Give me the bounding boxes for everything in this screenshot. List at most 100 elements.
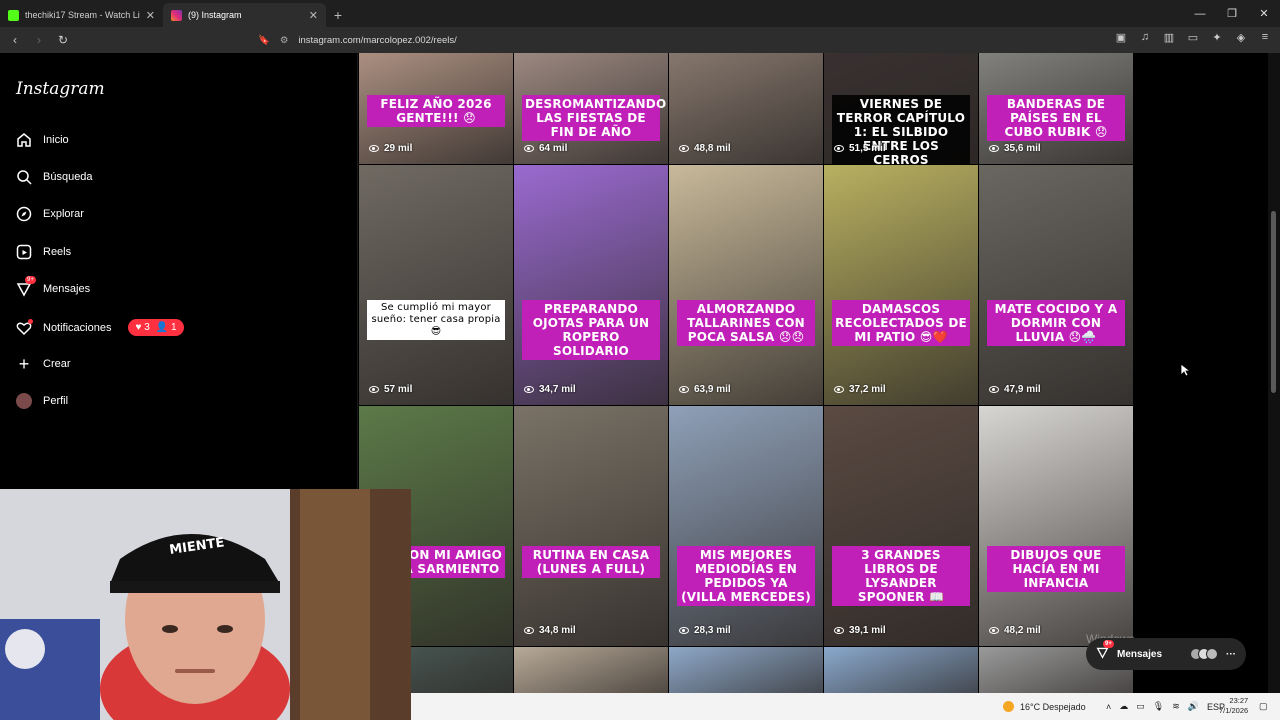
wallet-icon[interactable]: ▭ bbox=[1186, 31, 1200, 45]
eye-icon bbox=[834, 386, 844, 393]
reel-caption: RUTINA EN CASA (LUNES A FULL) bbox=[522, 546, 660, 578]
reel-thumbnail[interactable]: DAMASCOS RECOLECTADOS DE MI PATIO 😎❤️ 37,… bbox=[824, 165, 978, 405]
reel-thumbnail[interactable] bbox=[824, 647, 978, 693]
browser-toolbar: ‹ › ↻ 🔖 ⚙ instagram.com/marcolopez.002/r… bbox=[0, 27, 1280, 53]
page-scrollbar[interactable] bbox=[1268, 53, 1280, 693]
heart-icon bbox=[16, 318, 33, 336]
toolbar-right-icons: ▣ ♫ ▥ ▭ ✦ ◈ ≡ bbox=[1114, 31, 1272, 45]
sidebar-item-inicio[interactable]: Inicio bbox=[16, 132, 69, 148]
reel-thumbnail[interactable]: ALMORZANDO TALLARINES CON POCA SALSA 😞😞 6… bbox=[669, 165, 823, 405]
instagram-logo[interactable]: Instagram bbox=[16, 79, 105, 99]
floating-messages-button[interactable]: 9+ Mensajes ··· bbox=[1086, 638, 1246, 670]
new-tab-button[interactable]: + bbox=[326, 3, 350, 27]
streamer-webcam-image: MIENTE bbox=[0, 489, 411, 720]
sidebar-item-reels[interactable]: Reels bbox=[16, 244, 71, 260]
reel-thumbnail[interactable]: DESROMANTIZANDO LAS FIESTAS DE FIN DE AÑ… bbox=[514, 53, 668, 164]
browser-tab-kick[interactable]: thechiki17 Stream - Watch Live on Ki ✕ bbox=[0, 3, 163, 27]
follows-count: 👤 1 bbox=[155, 322, 177, 333]
sidebar-toggle-icon[interactable]: ▥ bbox=[1162, 31, 1176, 45]
sidebar-item-perfil[interactable]: Perfil bbox=[16, 393, 68, 409]
eye-icon bbox=[834, 145, 844, 152]
minimize-button[interactable]: — bbox=[1184, 8, 1216, 20]
reel-thumbnail[interactable]: VIERNES DE TERROR CAPÍTULO 1: EL SILBIDO… bbox=[824, 53, 978, 164]
kick-favicon-icon bbox=[8, 9, 19, 21]
reel-thumbnail[interactable] bbox=[514, 647, 668, 693]
reel-thumbnail[interactable]: MATE COCIDO Y A DORMIR CON LLUVIA 😞🌧️ 47,… bbox=[979, 165, 1133, 405]
bookmark-icon[interactable]: 🔖 bbox=[258, 35, 270, 46]
reel-views: 37,2 mil bbox=[834, 384, 886, 395]
network-icon[interactable]: ▭ bbox=[1136, 701, 1145, 712]
windows-taskbar: 16°C Despejado ˄ ☁ ▭ 🎙 ≋ 🔊 ESP 23:27 7/1… bbox=[411, 693, 1280, 720]
eye-icon bbox=[834, 627, 844, 634]
reel-views: 35,6 mil bbox=[989, 143, 1041, 154]
menu-icon[interactable]: ≡ bbox=[1258, 31, 1272, 45]
notification-center-icon[interactable]: ▢ bbox=[1259, 701, 1268, 712]
cloud-icon[interactable]: ☁ bbox=[1119, 701, 1128, 712]
instagram-favicon-icon bbox=[171, 9, 182, 21]
sidebar-item-label: Inicio bbox=[43, 134, 69, 146]
messages-badge: 9+ bbox=[1103, 640, 1114, 648]
reel-caption: MIS MEJORES MEDIODÍAS EN PEDIDOS YA (VIL… bbox=[677, 546, 815, 606]
close-window-button[interactable]: ✕ bbox=[1248, 7, 1280, 20]
weather-widget[interactable]: 16°C Despejado bbox=[1003, 701, 1086, 712]
microphone-icon[interactable]: 🎙 bbox=[1153, 701, 1164, 712]
window-controls: — ❐ ✕ bbox=[1184, 0, 1280, 27]
vpn-icon[interactable]: ◈ bbox=[1234, 31, 1248, 45]
notifications-bubble[interactable]: ♥ 3 👤 1 bbox=[128, 319, 184, 336]
taskbar-clock[interactable]: 23:27 7/1/2026 bbox=[1219, 696, 1248, 716]
reel-view-count: 39,1 mil bbox=[849, 625, 886, 636]
browser-tab-instagram[interactable]: (9) Instagram ✕ bbox=[163, 3, 326, 27]
chevron-up-icon[interactable]: ˄ bbox=[1106, 702, 1111, 712]
sidebar-item-label: Perfil bbox=[43, 395, 69, 407]
sidebar-item-explorar[interactable]: Explorar bbox=[16, 206, 84, 222]
reel-caption: PREPARANDO OJOTAS PARA UN ROPERO SOLIDAR… bbox=[522, 300, 660, 360]
reel-caption: DESROMANTIZANDO LAS FIESTAS DE FIN DE AÑ… bbox=[522, 95, 666, 141]
sidebar-item-notificaciones[interactable]: Notificaciones ♥ 3 👤 1 bbox=[16, 318, 184, 336]
sidebar-item-label: Búsqueda bbox=[43, 171, 93, 183]
forward-button[interactable]: › bbox=[32, 33, 46, 47]
reel-views: 39,1 mil bbox=[834, 625, 886, 636]
close-icon[interactable]: ✕ bbox=[146, 9, 155, 22]
close-icon[interactable]: ✕ bbox=[309, 9, 318, 22]
sidebar-item-mensajes[interactable]: 9+ Mensajes bbox=[16, 276, 90, 297]
system-tray: ˄ ☁ ▭ 🎙 ≋ 🔊 ESP bbox=[1106, 701, 1225, 712]
reel-caption: DIBUJOS QUE HACÍA EN MI INFANCIA bbox=[987, 546, 1125, 592]
scrollbar-thumb[interactable] bbox=[1271, 211, 1276, 393]
reel-thumbnail[interactable] bbox=[669, 647, 823, 693]
messenger-icon: 9+ bbox=[16, 276, 36, 297]
reel-view-count: 35,6 mil bbox=[1004, 143, 1041, 154]
sidebar-item-crear[interactable]: + Crear bbox=[16, 354, 71, 374]
reel-thumbnail[interactable]: 48,8 mil bbox=[669, 53, 823, 164]
sidebar-item-busqueda[interactable]: Búsqueda bbox=[16, 169, 93, 185]
more-icon[interactable]: ··· bbox=[1226, 649, 1236, 660]
back-button[interactable]: ‹ bbox=[8, 33, 22, 47]
reel-thumbnail[interactable]: DIBUJOS QUE HACÍA EN MI INFANCIA 48,2 mil bbox=[979, 406, 1133, 646]
reel-view-count: 34,7 mil bbox=[539, 384, 576, 395]
weather-text: 16°C Despejado bbox=[1020, 701, 1086, 712]
reel-thumbnail[interactable]: PREPARANDO OJOTAS PARA UN ROPERO SOLIDAR… bbox=[514, 165, 668, 405]
reel-views: 57 mil bbox=[369, 384, 412, 395]
music-icon[interactable]: ♫ bbox=[1138, 31, 1152, 45]
reel-thumbnail[interactable]: FELIZ AÑO 2026 GENTE!!! 😞 29 mil bbox=[359, 53, 513, 164]
reel-thumbnail[interactable]: Se cumplió mi mayor sueño: tener casa pr… bbox=[359, 165, 513, 405]
site-info-icon[interactable]: ⚙ bbox=[280, 35, 289, 46]
reel-thumbnail[interactable]: MIS MEJORES MEDIODÍAS EN PEDIDOS YA (VIL… bbox=[669, 406, 823, 646]
reload-button[interactable]: ↻ bbox=[56, 33, 70, 47]
reel-view-count: 48,8 mil bbox=[694, 143, 731, 154]
wifi-icon[interactable]: ≋ bbox=[1172, 701, 1180, 712]
address-bar[interactable]: 🔖 ⚙ instagram.com/marcolopez.002/reels/ bbox=[258, 30, 998, 50]
tab-title: thechiki17 Stream - Watch Live on Ki bbox=[25, 10, 140, 20]
eye-icon bbox=[679, 627, 689, 634]
reel-views: 28,3 mil bbox=[679, 625, 731, 636]
maximize-button[interactable]: ❐ bbox=[1216, 7, 1248, 20]
reel-thumbnail[interactable]: BANDERAS DE PAÍSES EN EL CUBO RUBIK 😞 35,… bbox=[979, 53, 1133, 164]
reel-thumbnail[interactable]: RUTINA EN CASA (LUNES A FULL) 34,8 mil bbox=[514, 406, 668, 646]
url-text[interactable]: instagram.com/marcolopez.002/reels/ bbox=[298, 35, 456, 46]
ai-icon[interactable]: ✦ bbox=[1210, 31, 1224, 45]
reel-views: 63,9 mil bbox=[679, 384, 731, 395]
messenger-icon: 9+ bbox=[1096, 640, 1114, 662]
clock-date: 7/1/2026 bbox=[1219, 706, 1249, 715]
reel-thumbnail[interactable]: 3 GRANDES LIBROS DE LYSANDER SPOONER 📖 39… bbox=[824, 406, 978, 646]
screenshot-icon[interactable]: ▣ bbox=[1114, 31, 1128, 45]
volume-icon[interactable]: 🔊 bbox=[1188, 701, 1199, 712]
